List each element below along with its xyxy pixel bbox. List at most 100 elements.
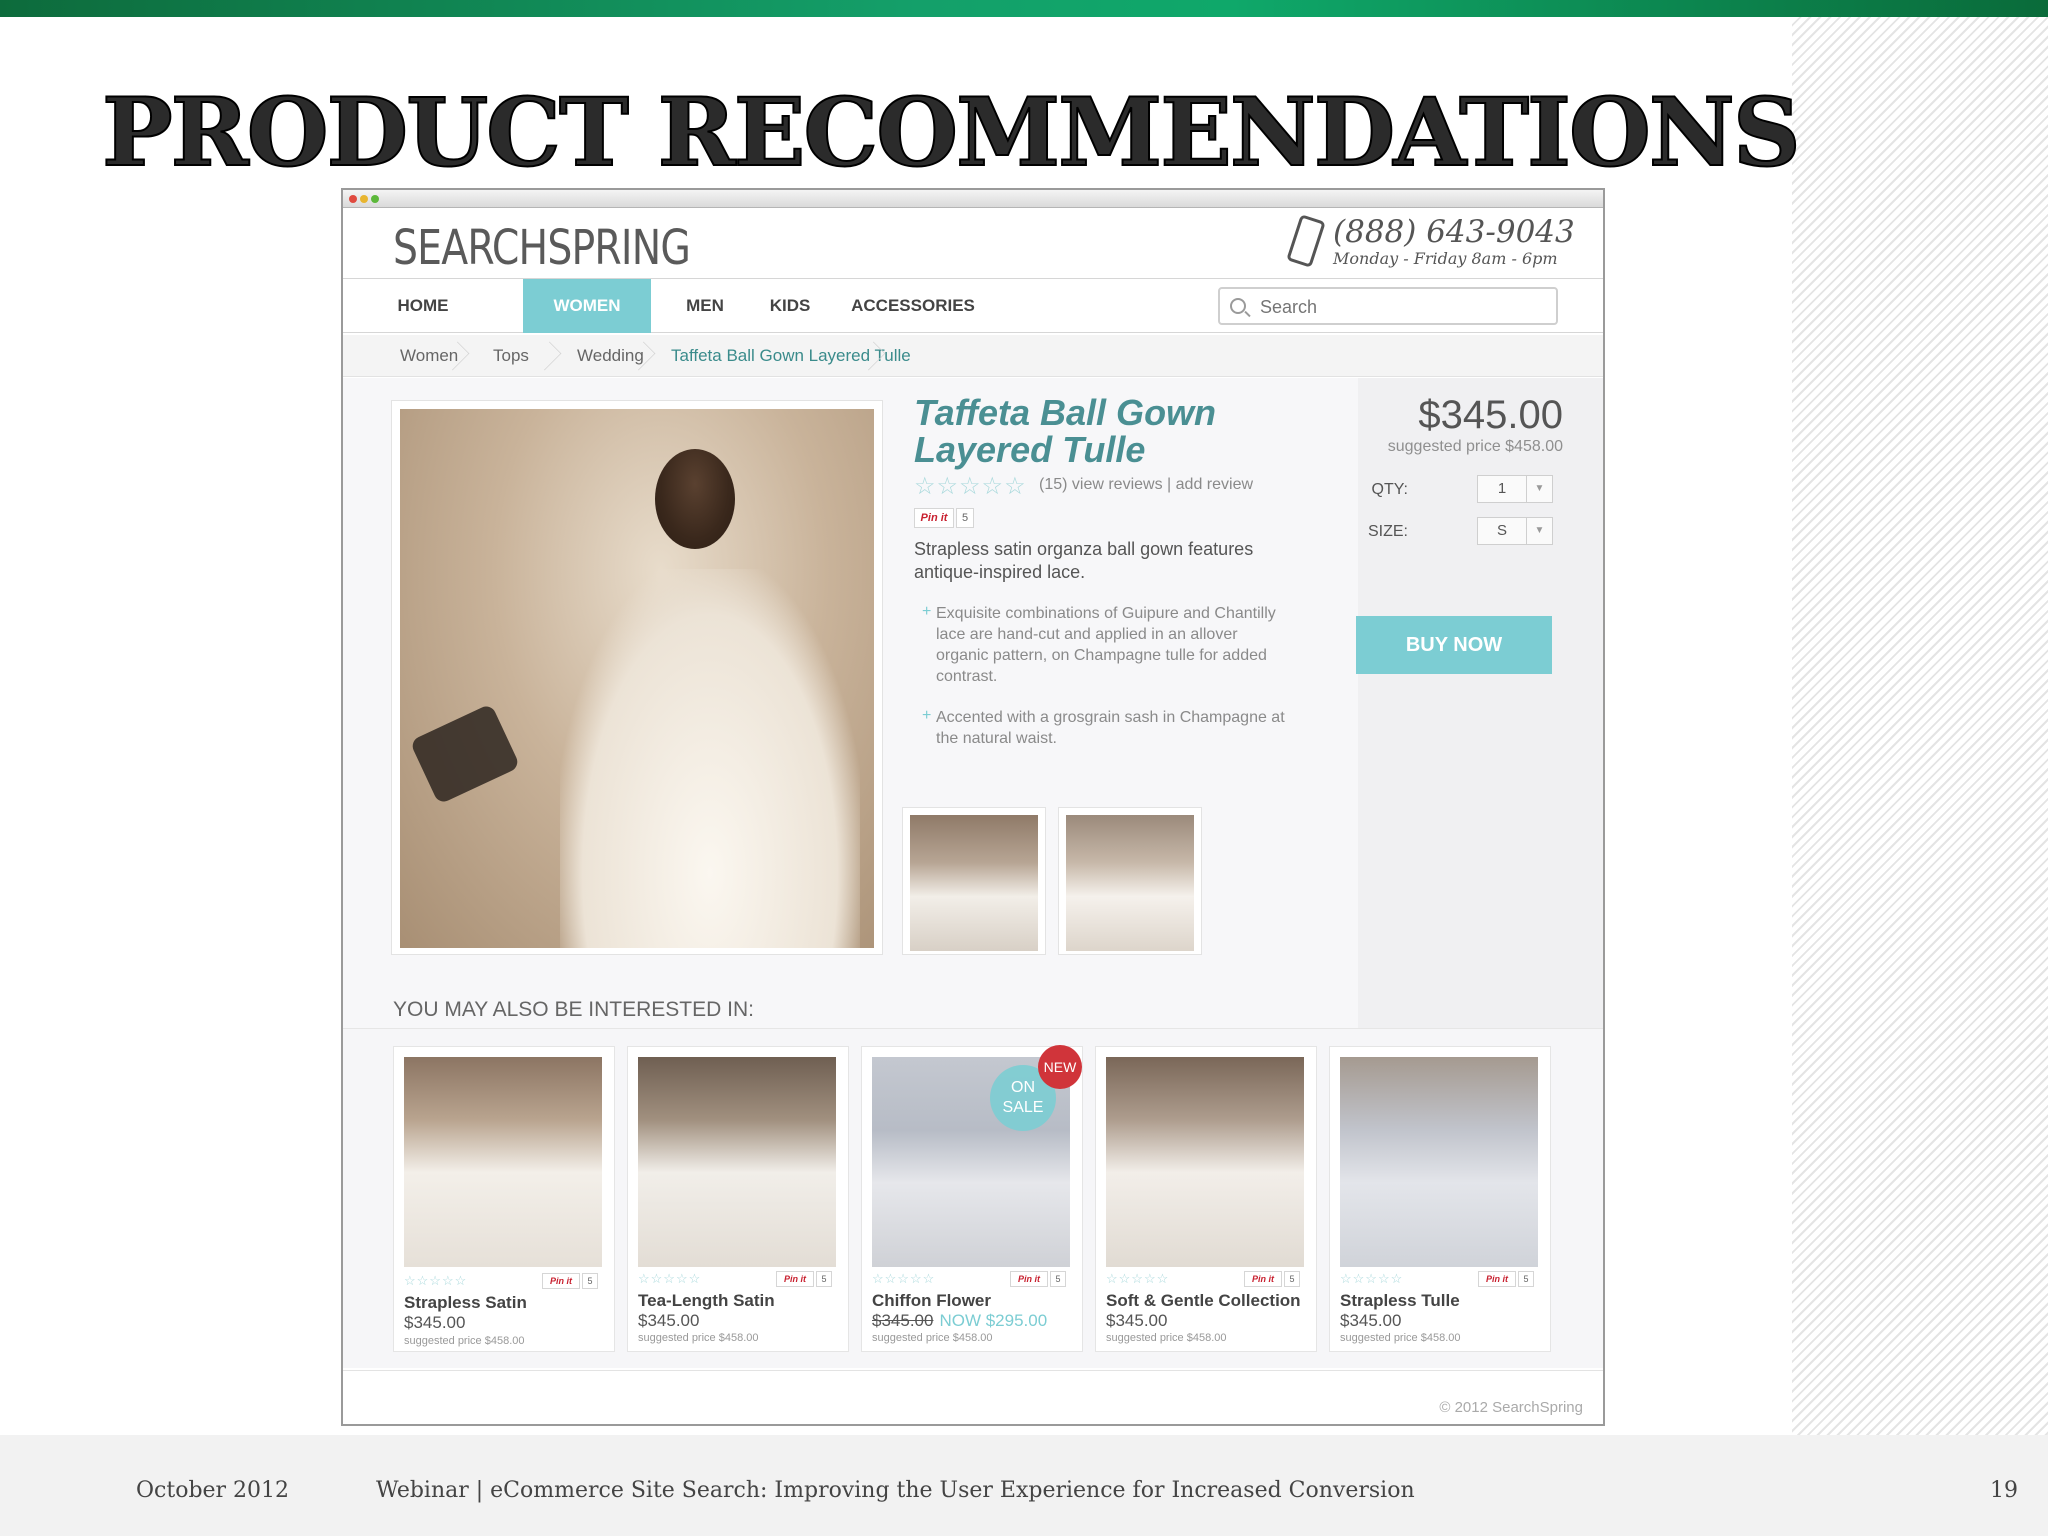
- product-thumbnail-1[interactable]: [902, 807, 1046, 955]
- new-badge: NEW: [1038, 1045, 1082, 1089]
- recommendation-name[interactable]: Soft & Gentle Collection: [1106, 1291, 1301, 1311]
- nav-kids[interactable]: KIDS: [748, 279, 832, 333]
- chevron-down-icon[interactable]: ▼: [1526, 518, 1552, 544]
- breadcrumb: Women Tops Wedding Taffeta Ball Gown Lay…: [343, 335, 1603, 377]
- recommendation-image[interactable]: [404, 1057, 602, 1267]
- maximize-window-icon[interactable]: [371, 195, 379, 203]
- qty-label: QTY:: [1371, 481, 1408, 498]
- recommendation-name[interactable]: Chiffon Flower: [872, 1291, 991, 1311]
- phone-icon: [1286, 214, 1326, 268]
- breadcrumb-separator: [532, 341, 562, 371]
- pin-count: 5: [1050, 1271, 1066, 1287]
- rating-stars-icon: ☆☆☆☆☆: [638, 1271, 702, 1286]
- recommendation-name[interactable]: Tea-Length Satin: [638, 1291, 775, 1311]
- photo-dress-shape: [560, 569, 860, 948]
- pin-count: 5: [1284, 1271, 1300, 1287]
- recommendation-name[interactable]: Strapless Satin: [404, 1293, 527, 1313]
- pin-count: 5: [816, 1271, 832, 1287]
- recommendation-price: $345.00: [1340, 1311, 1402, 1330]
- recommendation-card[interactable]: ☆☆☆☆☆ Pin it 5 Strapless Satin $345.00 s…: [393, 1046, 615, 1352]
- site-footer: [343, 1370, 1603, 1424]
- pinterest-button[interactable]: Pin it: [914, 508, 954, 528]
- recommendation-image[interactable]: [1340, 1057, 1538, 1267]
- size-select[interactable]: S ▼: [1477, 517, 1553, 545]
- recommendation-card[interactable]: ☆☆☆☆☆ Pin it 5 Tea-Length Satin $345.00 …: [627, 1046, 849, 1352]
- rating-stars-icon: ☆☆☆☆☆: [1340, 1271, 1404, 1286]
- view-reviews-link[interactable]: (15) view reviews: [1039, 476, 1163, 493]
- photo-model-head: [655, 449, 735, 549]
- footer-webinar-title: Webinar | eCommerce Site Search: Improvi…: [376, 1478, 1415, 1503]
- rating-stars-icon[interactable]: ☆☆☆☆☆: [914, 472, 1027, 501]
- recommendation-price: $345.00 NOW $295.00: [872, 1311, 1047, 1331]
- recommendation-price: $345.00: [404, 1313, 466, 1332]
- browser-window: SEARCHSPRING (888) 643-9043 Monday - Fri…: [341, 188, 1605, 1426]
- search-box[interactable]: [1218, 287, 1558, 325]
- pin-count: 5: [1518, 1271, 1534, 1287]
- pinterest-button[interactable]: Pin it: [1010, 1271, 1048, 1287]
- feature-bullet: Accented with a grosgrain sash in Champa…: [936, 709, 1285, 747]
- qty-value: 1: [1497, 480, 1507, 497]
- rating-stars-icon: ☆☆☆☆☆: [1106, 1271, 1170, 1286]
- review-links: (15) view reviews | add review: [1039, 476, 1253, 494]
- product-thumbnail-2[interactable]: [1058, 807, 1202, 955]
- size-value: S: [1496, 522, 1507, 539]
- recommendation-name[interactable]: Strapless Tulle: [1340, 1291, 1460, 1311]
- nav-home[interactable]: HOME: [363, 279, 483, 333]
- recommendation-card[interactable]: ☆☆☆☆☆ Pin it 5 Strapless Tulle $345.00 s…: [1329, 1046, 1551, 1352]
- original-price: $345.00: [872, 1311, 934, 1330]
- page-number: 19: [1990, 1478, 2018, 1503]
- recommendation-card[interactable]: ☆☆☆☆☆ Pin it 5 Soft & Gentle Collection …: [1095, 1046, 1317, 1352]
- recommendations-heading: YOU MAY ALSO BE INTERESTED IN:: [393, 998, 754, 1021]
- suggested-price: suggested price $458.00: [1387, 438, 1563, 455]
- search-input[interactable]: [1260, 297, 1540, 318]
- recommendation-suggested-price: suggested price $458.00: [1106, 1332, 1227, 1344]
- recommendation-suggested-price: suggested price $458.00: [1340, 1332, 1461, 1344]
- qty-select[interactable]: 1 ▼: [1477, 475, 1553, 503]
- minimize-window-icon[interactable]: [360, 195, 368, 203]
- photo-camera-shape: [409, 703, 521, 805]
- recommendation-image[interactable]: [638, 1057, 836, 1267]
- slide-hatch-decoration: [1792, 17, 2048, 1435]
- sale-price: NOW $295.00: [939, 1311, 1048, 1330]
- close-window-icon[interactable]: [349, 195, 357, 203]
- product-title: Taffeta Ball Gown Layered Tulle: [914, 392, 1217, 470]
- recommendation-price: $345.00: [638, 1311, 700, 1330]
- recommendation-suggested-price: suggested price $458.00: [872, 1332, 993, 1344]
- feature-bullet: Exquisite combinations of Guipure and Ch…: [936, 605, 1276, 685]
- chevron-down-icon[interactable]: ▼: [1526, 476, 1552, 502]
- product-main-image[interactable]: [391, 400, 883, 955]
- browser-chrome: [343, 190, 1603, 208]
- rating-stars-icon: ☆☆☆☆☆: [404, 1273, 468, 1288]
- nav-men[interactable]: MEN: [663, 279, 747, 333]
- add-review-link[interactable]: add review: [1176, 476, 1253, 493]
- recommendation-image[interactable]: [1106, 1057, 1304, 1267]
- product-description: Strapless satin organza ball gown featur…: [914, 539, 1254, 582]
- footer-date: October 2012: [136, 1478, 290, 1503]
- slide-footer: October 2012 Webinar | eCommerce Site Se…: [0, 1435, 2048, 1536]
- nav-accessories[interactable]: ACCESSORIES: [828, 279, 998, 333]
- thumbnail-image: [910, 815, 1038, 951]
- recommendation-suggested-price: suggested price $458.00: [404, 1335, 525, 1347]
- site-logo[interactable]: SEARCHSPRING: [393, 220, 691, 276]
- bullet-plus-icon: +: [922, 707, 932, 724]
- size-label: SIZE:: [1367, 523, 1408, 540]
- pinterest-button[interactable]: Pin it: [1244, 1271, 1282, 1287]
- recommendation-card[interactable]: ON SALE NEW ☆☆☆☆☆ Pin it 5 Chiffon Flowe…: [861, 1045, 1083, 1352]
- product-price: $345.00: [1418, 393, 1563, 437]
- search-icon[interactable]: [1230, 298, 1246, 314]
- thumbnail-image: [1066, 815, 1194, 951]
- breadcrumb-tops[interactable]: Tops: [493, 335, 529, 377]
- slide-title: PRODUCT RECOMMENDATIONS: [101, 77, 1802, 189]
- buy-now-button[interactable]: BUY NOW: [1356, 616, 1552, 674]
- nav-women[interactable]: WOMEN: [523, 279, 651, 333]
- recommendation-price: $345.00: [1106, 1311, 1168, 1330]
- pinterest-button[interactable]: Pin it: [542, 1273, 580, 1289]
- store-hours: Monday - Friday 8am - 6pm: [1333, 249, 1558, 268]
- pin-count: 5: [582, 1273, 598, 1289]
- pinterest-button[interactable]: Pin it: [1478, 1271, 1516, 1287]
- copyright: © 2012 SearchSpring: [1439, 1399, 1583, 1416]
- pinterest-button[interactable]: Pin it: [776, 1271, 814, 1287]
- review-divider: |: [1167, 476, 1176, 493]
- phone-number: (888) 643-9043: [1333, 214, 1575, 250]
- slide-top-bar: [0, 0, 2048, 17]
